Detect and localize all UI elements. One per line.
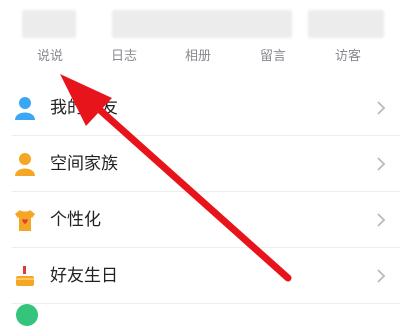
tab-label: 说说 [36,49,63,64]
divider [12,303,400,304]
tshirt-icon [15,210,35,231]
menu-item-space-family[interactable]: 空间家族 [0,136,400,192]
menu-item-friends[interactable]: 我的好友 [0,80,400,136]
profile-stats-bar: 说说 日志 相册 留言 访客 [0,0,400,72]
menu-item-label: 个性化 [50,210,101,230]
chevron-right-icon [377,213,386,227]
friend-person-icon [15,97,35,120]
chevron-right-icon [377,101,386,115]
tab-visitors[interactable]: 访客 [308,0,388,72]
tab-label: 相册 [184,49,211,64]
tab-blog[interactable]: 日志 [84,0,164,72]
cake-icon [16,266,34,286]
chevron-right-icon [377,269,386,283]
menu-item-label: 空间家族 [50,154,118,174]
menu-item-friend-birthdays[interactable]: 好友生日 [0,248,400,304]
menu-item-label: 好友生日 [50,266,118,286]
menu-item-personalization[interactable]: 个性化 [0,192,400,248]
menu-list: 我的好友 空间家族 个性化 好友生日 [0,80,400,304]
tab-messages[interactable]: 留言 [233,0,313,72]
tab-label: 日志 [110,49,137,64]
tab-label: 访客 [334,49,361,64]
tab-label: 留言 [259,49,286,64]
partial-menu-icon [16,304,38,326]
chevron-right-icon [377,157,386,171]
menu-item-label: 我的好友 [50,98,118,118]
tab-album[interactable]: 相册 [158,0,238,72]
tab-shuoshuo[interactable]: 说说 [10,0,90,72]
family-person-icon [15,153,35,176]
